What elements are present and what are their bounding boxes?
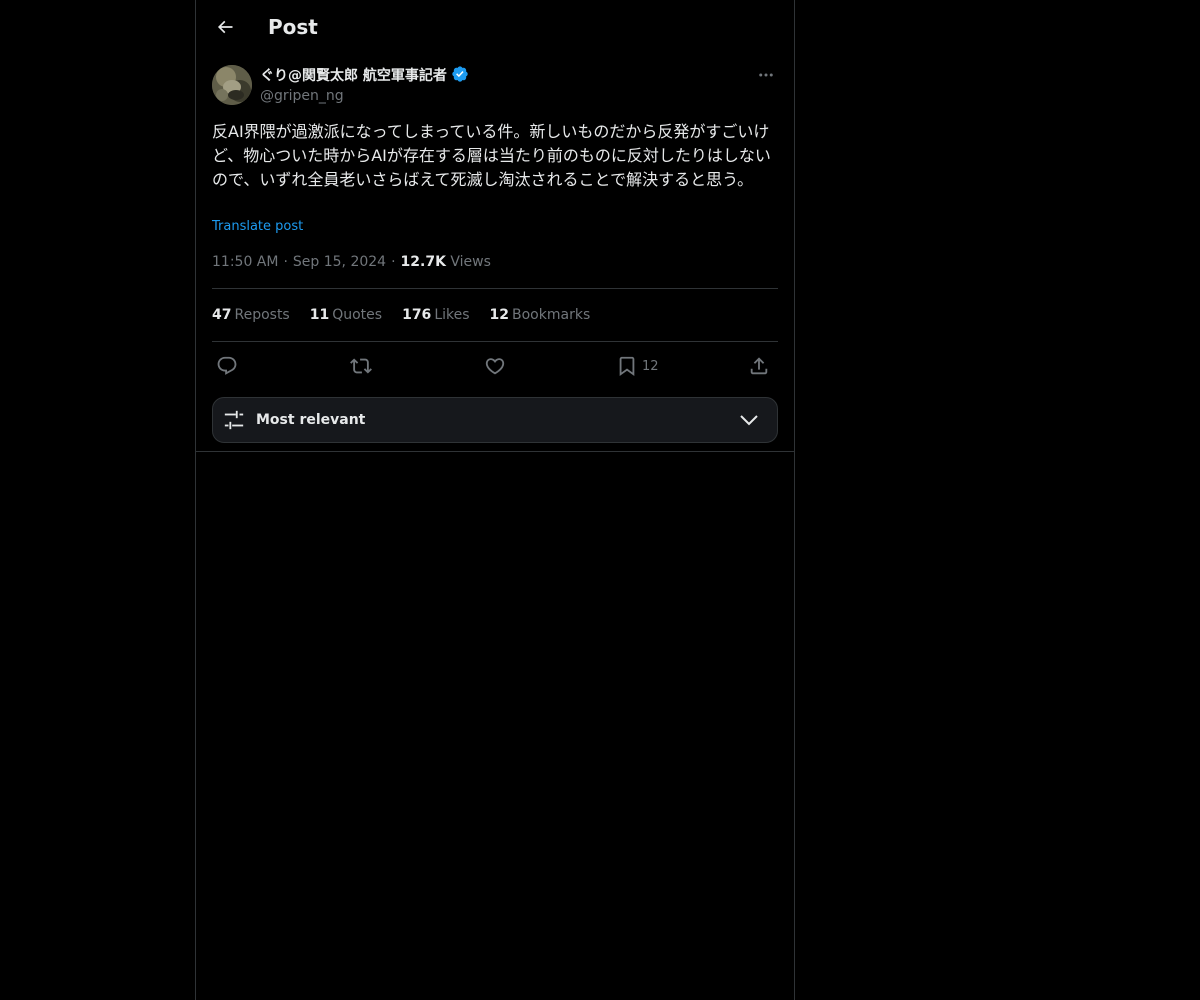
bookmark-count: 12 <box>642 358 659 374</box>
bookmarks-stat[interactable]: 12 Bookmarks <box>490 305 591 325</box>
views-count: 12.7K <box>400 254 446 270</box>
bookmarks-label: Bookmarks <box>512 307 591 323</box>
verified-badge-icon[interactable] <box>451 65 469 89</box>
sort-replies-dropdown[interactable]: Most relevant <box>212 397 778 443</box>
chevron-down-icon <box>740 415 758 426</box>
likes-stat[interactable]: 176 Likes <box>402 305 469 325</box>
reply-button[interactable] <box>216 352 238 380</box>
quotes-stat[interactable]: 11 Quotes <box>310 305 382 325</box>
quotes-label: Quotes <box>332 307 383 323</box>
avatar[interactable] <box>212 65 252 105</box>
post-column: Post ぐり@関賢太郎 航空軍事記者 @gripen_ng 反AI界隈が過激派… <box>195 0 795 1000</box>
more-options-button[interactable] <box>754 65 778 85</box>
post-time[interactable]: 11:50 AM <box>212 254 278 270</box>
likes-count: 176 <box>402 307 432 323</box>
sliders-icon <box>224 410 244 430</box>
display-name-text: ぐり@関賢太郎 航空軍事記者 <box>260 68 447 84</box>
author-handle[interactable]: @gripen_ng <box>260 86 344 106</box>
page-title: Post <box>268 15 318 39</box>
reposts-count: 47 <box>212 307 232 323</box>
divider <box>212 341 778 342</box>
bookmark-button[interactable]: 12 <box>616 352 659 380</box>
quotes-count: 11 <box>309 307 330 323</box>
post-author: ぐり@関賢太郎 航空軍事記者 @gripen_ng <box>212 65 778 107</box>
sort-label: Most relevant <box>256 412 366 428</box>
post-date[interactable]: Sep 15, 2024 <box>293 254 386 270</box>
post-text: 反AI界隈が過激派になってしまっている件。新しいものだから反発がすごいけど、物心… <box>212 122 771 189</box>
repost-button[interactable] <box>350 352 372 380</box>
share-icon <box>750 357 768 375</box>
likes-label: Likes <box>434 307 470 323</box>
bookmarks-count: 12 <box>489 307 510 323</box>
engagement-stats: 47 Reposts 11 Quotes 176 Likes 12 Bookmarks <box>212 305 590 325</box>
like-button[interactable] <box>484 352 506 380</box>
section-divider <box>196 451 794 452</box>
reposts-stat[interactable]: 47 Reposts <box>212 305 290 325</box>
page-header: Post <box>196 0 794 54</box>
divider <box>212 288 778 289</box>
reply-icon <box>217 356 237 375</box>
more-icon <box>759 73 773 77</box>
repost-icon <box>350 358 372 374</box>
arrow-left-icon <box>217 20 233 34</box>
views-label: Views <box>450 254 491 270</box>
avatar-image <box>212 65 252 105</box>
separator-dot: · <box>391 254 396 270</box>
share-button[interactable] <box>748 352 770 380</box>
action-bar: 12 <box>212 352 778 380</box>
back-button[interactable] <box>208 10 242 44</box>
heart-icon <box>485 358 505 375</box>
separator-dot: · <box>283 254 288 270</box>
post-metadata: 11:50 AM · Sep 15, 2024 · 12.7K Views <box>212 252 491 272</box>
translate-post-link[interactable]: Translate post <box>212 218 303 236</box>
bookmark-icon <box>619 356 635 377</box>
reposts-label: Reposts <box>234 307 290 323</box>
